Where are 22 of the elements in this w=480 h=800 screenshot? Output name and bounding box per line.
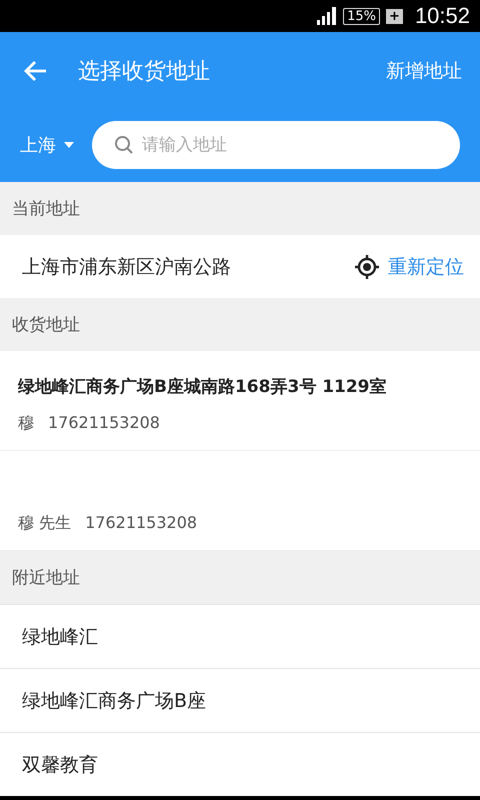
section-heading: 收货地址 (0, 298, 480, 351)
charging-indicator: + (386, 8, 403, 24)
address-text: 绿地峰汇商务广场B座城南路168弄3号 1129室 (18, 376, 387, 398)
contact-name: 穆 (18, 413, 34, 434)
battery-level: 15% (343, 8, 380, 24)
current-address: 上海市浦东新区沪南公路 (22, 254, 232, 280)
phone-number: 17621153208 (48, 413, 160, 434)
phone-number: 17621153208 (85, 513, 198, 534)
page-title: 选择收货地址 (78, 58, 211, 86)
clock: 10:52 (414, 3, 470, 29)
address-item[interactable]: 绿地峰汇商务广场B座城南路168弄3号 1129室 穆 17621153208 (0, 351, 480, 451)
nearby-address-item[interactable]: 绿地峰汇商务广场B座 (0, 668, 480, 732)
contact-name: 穆 先生 (18, 513, 72, 534)
dropdown-caret-icon[interactable] (64, 142, 74, 148)
signal-icon (317, 7, 338, 25)
section-heading: 附近地址 (0, 551, 480, 604)
section-heading: 当前地址 (0, 182, 480, 235)
relocate-link[interactable]: 重新定位 (388, 254, 464, 280)
search-field[interactable]: 请输入地址 (92, 121, 460, 169)
nearby-address-item[interactable]: 绿地峰汇 (0, 604, 480, 668)
back-arrow-icon[interactable] (24, 60, 48, 82)
locate-icon[interactable] (354, 254, 380, 280)
